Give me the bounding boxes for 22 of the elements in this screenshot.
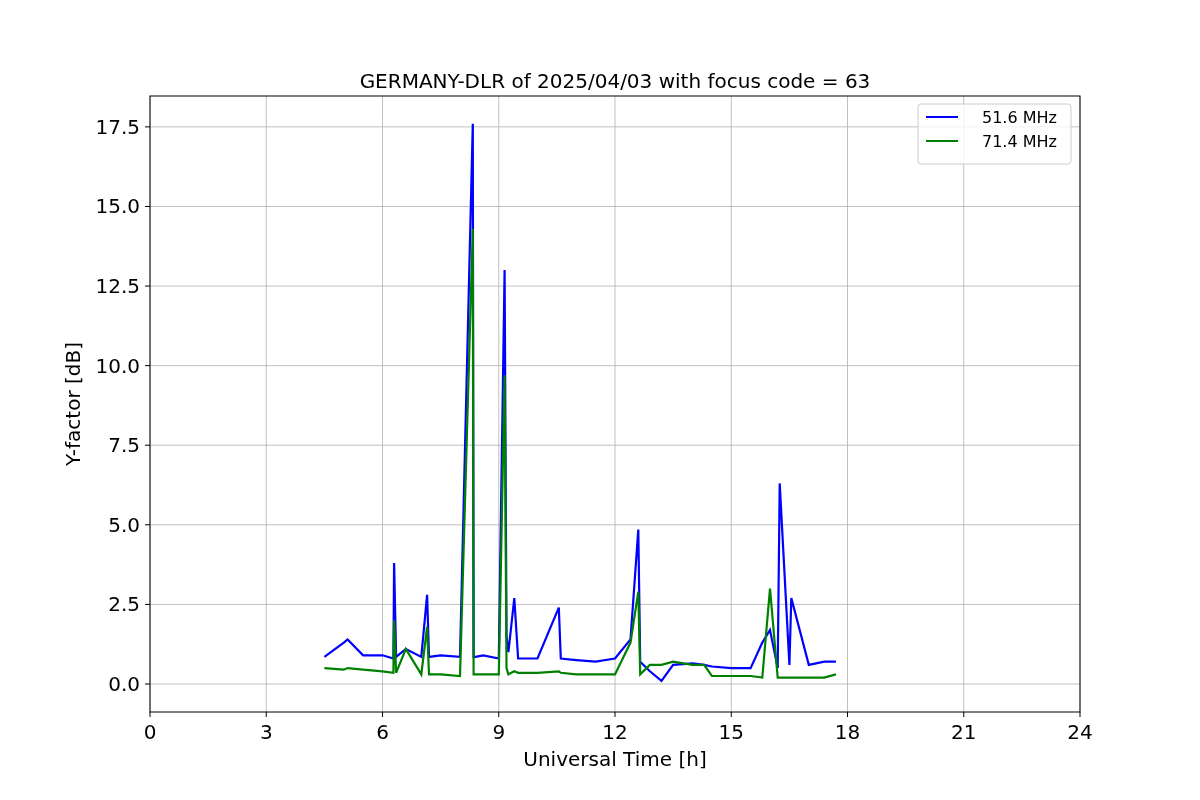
tick-label: 12 [602,720,628,744]
tick-label: 2.5 [108,592,140,617]
legend-label: 51.6 MHz [982,108,1057,127]
tick-label: 15.0 [95,194,140,219]
axis-label: Y-factor [dB] [61,342,85,466]
tick-label: 5.0 [108,512,140,537]
tick-label: 3 [259,720,273,744]
tick-label: 0.0 [108,672,140,696]
chart-title: GERMANY-DLR of 2025/04/03 with focus code = 63 [359,69,871,93]
tick-label: 18 [834,720,861,744]
tick-label: 12.5 [95,274,140,299]
tick-label: 15 [718,720,744,744]
tick-label: 0 [143,720,157,744]
tick-label: 6 [376,720,389,744]
axis-label: Universal Time [h] [523,747,707,771]
tick-label: 7.5 [108,433,140,458]
tick-label: 24 [1067,720,1093,744]
tick-label: 9 [492,720,506,744]
legend-label: 71.4 MHz [982,132,1057,151]
tick-label: 10.0 [95,353,140,378]
tick-label: 21 [951,720,977,744]
tick-label: 17.5 [95,114,140,139]
